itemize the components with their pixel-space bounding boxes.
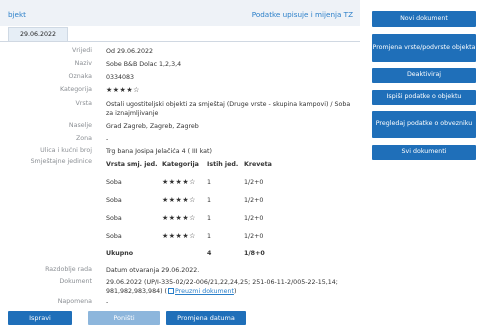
field-label: Vrsta — [75, 100, 92, 107]
category-stars: ★★★★☆ — [162, 196, 196, 204]
ispravi-button[interactable]: Ispravi — [8, 311, 72, 325]
tab-divider — [0, 41, 360, 42]
field-label: Zona — [75, 135, 92, 142]
table-cell: 1 — [207, 215, 212, 222]
field-label: Ulica i kućni broj — [40, 147, 92, 154]
main-panel: bjekt Podatke upisuje i mijenja TZ 29.06… — [0, 0, 360, 326]
field-label: Naziv — [74, 60, 92, 67]
table-cell: 1/2+0 — [244, 215, 264, 222]
field-value: 0334083 — [106, 74, 135, 81]
table-cell: 4 — [207, 250, 212, 257]
field-label: Vrijedi — [71, 47, 92, 54]
panel-header: bjekt Podatke upisuje i mijenja TZ — [0, 0, 360, 26]
document-icon — [168, 288, 174, 294]
field-label: Kategorija — [59, 86, 92, 93]
field-label: Oznaka — [68, 73, 92, 80]
tab-date[interactable]: 29.06.2022 — [8, 27, 68, 42]
field-value: - — [106, 299, 109, 306]
novi-dokument-button[interactable]: Novi dokument — [372, 11, 476, 27]
document-suffix: ) — [233, 288, 237, 295]
field-label: Napomena — [57, 298, 92, 305]
field-label: Dokument — [59, 278, 92, 285]
field-label: Naselje — [68, 122, 92, 129]
table-cell: 1/2+0 — [244, 179, 264, 186]
table-cell: 1/2+0 — [244, 197, 264, 204]
field-value: Od 29.06.2022 — [106, 48, 154, 55]
field-label: Smještajne jedinice — [30, 158, 92, 165]
table-header: Istih jed. — [207, 161, 239, 168]
promjena-vrste-button[interactable]: Promjena vrste/podvrste objekta — [372, 34, 476, 62]
table-cell: Soba — [106, 233, 122, 240]
promjena-datuma-button[interactable]: Promjena datuma — [166, 311, 246, 325]
edited-by-tz-link[interactable]: Podatke upisuje i mijenja TZ — [252, 10, 353, 19]
category-stars: ★★★★☆ — [162, 178, 196, 186]
field-value: Trg bana Josipa Jelačića 4 ( III kat) — [106, 148, 212, 155]
table-cell: 1 — [207, 179, 212, 186]
category-stars: ★★★★☆ — [162, 214, 196, 222]
field-value: Grad Zagreb, Zagreb, Zagreb — [106, 123, 199, 130]
category-stars: ★★★★☆ — [106, 86, 140, 94]
table-cell: Soba — [106, 179, 122, 186]
table-header: Vrsta smj. jed. — [106, 161, 158, 168]
field-value: Sobe B&B Dolac 1,2,3,4 — [106, 61, 182, 68]
panel-title: bjekt — [8, 10, 26, 19]
pregledaj-obveznika-button[interactable]: Pregledaj podatke o obvezniku — [372, 111, 476, 138]
table-cell: 1/2+0 — [244, 233, 264, 240]
table-cell: Ukupno — [106, 250, 134, 257]
deaktiviraj-button[interactable]: Deaktiviraj — [372, 68, 476, 83]
table-cell: 1 — [207, 197, 212, 204]
table-header: Kategorija — [162, 161, 199, 168]
svi-dokumenti-button[interactable]: Svi dokumenti — [372, 145, 476, 160]
field-label: Razdoblje rada — [45, 266, 92, 273]
ponisti-button[interactable]: Poništi — [88, 311, 160, 325]
table-cell: 1 — [207, 233, 212, 240]
table-cell: Soba — [106, 215, 122, 222]
field-value: Ostali ugostiteljski objekti za smještaj… — [106, 101, 351, 117]
field-value: Datum otvaranja 29.06.2022. — [106, 267, 200, 274]
category-stars: ★★★★☆ — [162, 232, 196, 240]
field-value: - — [106, 136, 109, 143]
download-document-link[interactable]: Preuzmi dokument — [175, 288, 234, 295]
field-value: 29.06.2022 (UP/I-335-02/22-006/21,22,24,… — [106, 278, 356, 296]
table-cell: 1/8+0 — [244, 250, 265, 257]
table-header: Kreveta — [244, 161, 272, 168]
table-cell: Soba — [106, 197, 122, 204]
ispisi-podatke-button[interactable]: Ispiši podatke o objektu — [372, 90, 476, 105]
